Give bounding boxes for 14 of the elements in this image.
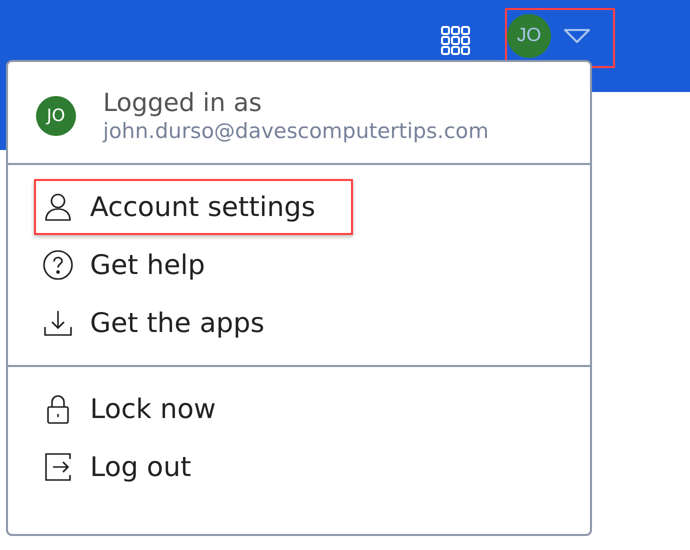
menu-item[interactable]: Get help xyxy=(34,237,244,293)
menu-item[interactable]: Get the apps xyxy=(34,295,302,351)
caret-icon xyxy=(563,28,591,44)
app-grid-icon[interactable] xyxy=(441,26,471,56)
user-avatar: JO xyxy=(36,96,76,136)
menu-item[interactable]: Account settings xyxy=(34,179,354,235)
user-email: john.durso@davescomputertips.com xyxy=(103,119,489,143)
person-icon xyxy=(42,191,74,223)
user-avatar: JO xyxy=(507,14,551,58)
logout-icon xyxy=(42,451,74,483)
menu-item[interactable]: Lock now xyxy=(34,381,254,437)
help-icon xyxy=(42,249,74,281)
menu-item[interactable]: Log out xyxy=(34,439,230,495)
logged-in-caption: Logged in as xyxy=(103,88,263,117)
